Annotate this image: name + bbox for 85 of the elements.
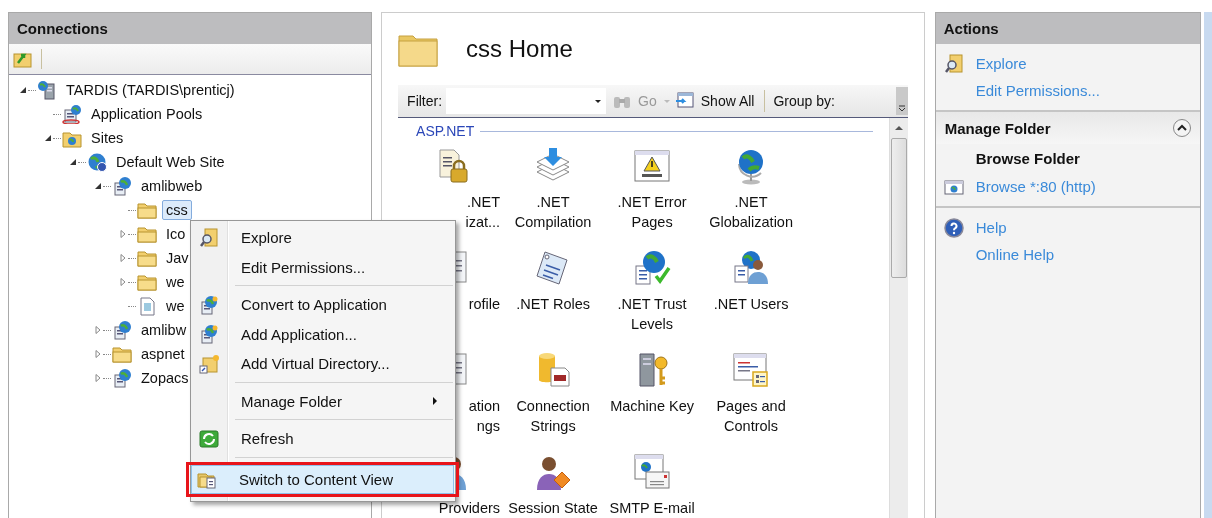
panel-header: Connections (9, 13, 372, 44)
tree-item[interactable]: Ico (162, 224, 190, 244)
tree-item[interactable]: amlibweb (137, 176, 207, 196)
overflow-chevron-icon[interactable] (895, 87, 908, 115)
pool-icon (62, 104, 82, 124)
feature-label[interactable]: Session State (508, 498, 598, 518)
feature-label[interactable]: .NET Compilation (514, 192, 592, 232)
feature-label[interactable]: Providers (438, 498, 503, 518)
window-envelope-icon[interactable] (632, 452, 673, 492)
feature-label[interactable]: Machine Key (610, 396, 694, 416)
folder-magnifier-icon (199, 227, 219, 248)
menu-item[interactable]: Edit Permissions... (193, 252, 453, 282)
collapsed-arrow-icon[interactable] (94, 326, 102, 334)
feature-label[interactable]: ation ngs (468, 396, 503, 436)
folder-icon (137, 224, 157, 244)
menu-item[interactable]: Manage Folder (193, 386, 453, 416)
globe-check-icon[interactable] (632, 248, 673, 288)
scroll-up-icon[interactable] (893, 124, 904, 132)
feature-label[interactable]: rofile (468, 294, 503, 314)
expanded-arrow-icon[interactable] (94, 182, 102, 190)
page-globe-icon (112, 176, 132, 196)
tree-item[interactable]: Zopacs (137, 368, 193, 388)
help-icon[interactable] (943, 217, 964, 238)
feature-label[interactable]: .NET Error Pages (617, 192, 687, 232)
menu-item[interactable]: Switch to Content View (191, 464, 454, 494)
caret-icon[interactable] (594, 97, 603, 105)
subheading: Browse Folder (974, 149, 1081, 167)
folder-shortcut-icon (199, 353, 219, 374)
tree-item[interactable]: we (162, 272, 189, 292)
collapsed-arrow-icon[interactable] (119, 278, 127, 286)
feature-label[interactable]: Connection Strings (516, 396, 590, 436)
tree-item[interactable]: amlibw (137, 320, 191, 340)
page-title: css Home (466, 35, 573, 63)
folder-icon (137, 200, 157, 220)
collapsed-arrow-icon[interactable] (119, 230, 127, 238)
collapsed-arrow-icon[interactable] (119, 254, 127, 262)
folder-icon (137, 272, 157, 292)
tree-item[interactable]: aspnet (137, 344, 189, 364)
filter-field[interactable] (446, 88, 607, 114)
menu-item[interactable]: Convert to Application (193, 290, 453, 320)
tree-item[interactable]: TARDIS (TARDIS\prenticj) (62, 80, 239, 100)
tree-item[interactable]: Sites (87, 128, 128, 148)
collapse-icon[interactable] (1172, 118, 1193, 138)
file-icon (137, 296, 157, 316)
scroll-thumb[interactable] (890, 138, 907, 278)
filter-label: Filter: (407, 93, 443, 109)
page-globe-icon (199, 294, 219, 315)
globe-icon (87, 152, 107, 172)
group-header: ASP.NET (416, 123, 475, 139)
tree-item[interactable]: we (162, 296, 189, 316)
tree-item[interactable]: Default Web Site (112, 152, 229, 172)
show-all-button[interactable]: Show All (698, 93, 757, 109)
tree-item[interactable]: css (162, 200, 192, 220)
scrollbar[interactable] (888, 118, 908, 518)
folder-magnifier-icon[interactable] (943, 53, 964, 74)
feature-label[interactable]: .NET izat... (465, 192, 503, 232)
tree-item[interactable]: Jav (162, 248, 193, 268)
tree-item[interactable]: Application Pools (87, 104, 207, 124)
menu-item[interactable]: Refresh (193, 424, 453, 454)
window-grid-icon (674, 91, 695, 111)
feature-label[interactable]: Pages and Controls (716, 396, 786, 436)
server-globe-icon (37, 80, 57, 100)
folder-icon (112, 344, 132, 364)
submenu-arrow-icon (432, 396, 438, 407)
feature-label[interactable]: .NET Roles (516, 294, 590, 314)
expanded-arrow-icon[interactable] (19, 86, 27, 94)
feature-label[interactable]: .NET Users (713, 294, 789, 314)
feature-label[interactable]: SMTP E-mail (609, 498, 695, 518)
menu-item[interactable]: Add Virtual Directory... (193, 349, 453, 379)
group-by-label: Group by: (773, 93, 835, 109)
page-globe-icon (112, 368, 132, 388)
collapsed-arrow-icon[interactable] (94, 374, 102, 382)
refresh-icon (199, 428, 219, 449)
page-globe-icon (112, 320, 132, 340)
panel-header: Actions (935, 13, 1201, 44)
section-title: Manage Folder (944, 119, 1051, 137)
folder-icon (137, 248, 157, 268)
feature-label[interactable]: .NET Trust Levels (617, 294, 687, 334)
collapsed-arrow-icon[interactable] (94, 350, 102, 358)
menu-item[interactable]: Add Application... (193, 319, 453, 349)
menu-item[interactable]: Explore (193, 223, 453, 253)
page-globe-icon (199, 324, 219, 345)
feature-label[interactable]: .NET Globalization (709, 192, 793, 232)
expanded-arrow-icon[interactable] (69, 158, 77, 166)
expanded-arrow-icon[interactable] (44, 134, 52, 142)
